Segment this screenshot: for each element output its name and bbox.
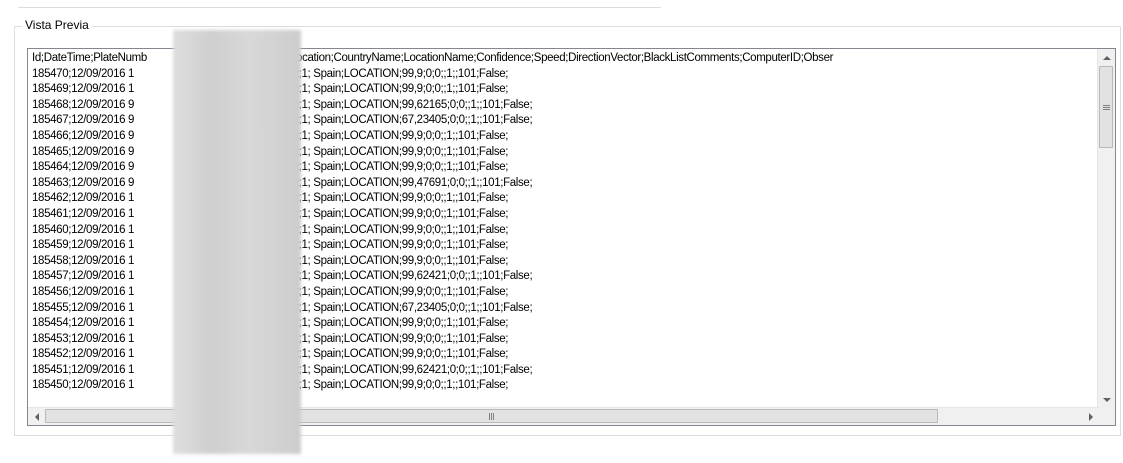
- vertical-scroll-thumb[interactable]: [1099, 66, 1113, 148]
- arrow-left-icon[interactable]: [28, 408, 45, 425]
- arrow-right-icon[interactable]: [1082, 408, 1099, 425]
- arrow-down-icon[interactable]: [1098, 391, 1115, 408]
- groupbox-title: Vista Previa: [22, 18, 92, 32]
- grip-icon: [489, 412, 494, 420]
- top-divider: [18, 7, 661, 8]
- grip-icon: [1102, 104, 1110, 110]
- vertical-scrollbar[interactable]: [1097, 49, 1115, 408]
- arrow-up-icon[interactable]: [1098, 49, 1115, 66]
- redacted-region: [173, 30, 301, 454]
- scrollbar-corner: [1098, 408, 1115, 425]
